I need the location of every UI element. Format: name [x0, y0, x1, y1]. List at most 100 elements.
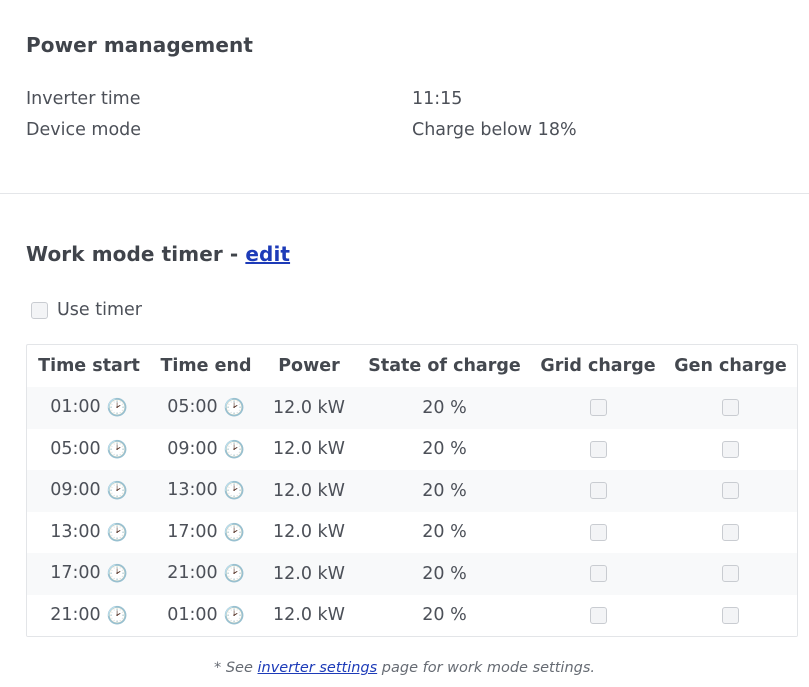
gen-charge-checkbox[interactable] [722, 399, 739, 417]
gen-charge-checkbox[interactable] [722, 606, 739, 624]
time-start-cell[interactable]: 09:00 🕑 [27, 470, 151, 512]
gen-charge-cell [664, 594, 797, 636]
table-row: 17:00 🕑 21:00 🕑 12.0 kW 20 % [27, 553, 797, 595]
state-of-charge-cell: 20 % [357, 594, 532, 636]
column-header-state-of-charge: State of charge [368, 356, 521, 376]
footnote-suffix: page for work mode settings. [377, 660, 596, 676]
time-start-cell[interactable]: 05:00 🕑 [27, 428, 151, 470]
time-end-cell[interactable]: 01:00 🕑 [151, 594, 261, 636]
clock-icon[interactable]: 🕑 [224, 398, 245, 418]
time-start-value: 17:00 [50, 563, 101, 584]
state-of-charge-cell: 20 % [357, 428, 532, 470]
table-row: 13:00 🕑 17:00 🕑 12.0 kW 20 % [27, 511, 797, 553]
power-cell: 12.0 kW [261, 594, 357, 636]
clock-icon[interactable]: 🕑 [107, 440, 128, 460]
state-of-charge-cell: 20 % [357, 511, 532, 553]
inverter-settings-link[interactable]: inverter settings [257, 660, 377, 676]
gen-charge-cell [664, 511, 797, 553]
table-header-row: Time start Time end Power State of charg… [27, 345, 797, 387]
clock-icon[interactable]: 🕑 [107, 606, 128, 626]
gen-charge-cell [664, 428, 797, 470]
footnote-prefix: * See [213, 660, 258, 676]
column-header-power: Power [278, 356, 340, 376]
clock-icon[interactable]: 🕑 [107, 523, 128, 543]
use-timer-toggle[interactable]: Use timer [31, 300, 142, 320]
gen-charge-checkbox[interactable] [722, 440, 739, 458]
edit-link[interactable]: edit [245, 242, 290, 266]
grid-charge-cell [532, 428, 664, 470]
time-end-cell[interactable]: 21:00 🕑 [151, 553, 261, 595]
gen-charge-checkbox[interactable] [722, 482, 739, 500]
time-start-cell[interactable]: 13:00 🕑 [27, 511, 151, 553]
time-start-cell[interactable]: 01:00 🕑 [27, 387, 151, 429]
clock-icon[interactable]: 🕑 [107, 481, 128, 501]
time-end-value: 01:00 [167, 604, 218, 625]
use-timer-checkbox[interactable] [31, 301, 48, 319]
state-of-charge-cell: 20 % [357, 470, 532, 512]
time-start-value: 13:00 [50, 521, 101, 542]
gen-charge-cell [664, 470, 797, 512]
power-cell: 12.0 kW [261, 470, 357, 512]
column-header-grid-charge: Grid charge [540, 356, 656, 376]
clock-icon[interactable]: 🕑 [224, 606, 245, 626]
table-row: 21:00 🕑 01:00 🕑 12.0 kW 20 % [27, 594, 797, 636]
grid-charge-checkbox[interactable] [589, 523, 607, 541]
clock-icon[interactable]: 🕑 [107, 564, 128, 584]
inverter-time-value: 11:15 [412, 89, 463, 109]
power-cell: 12.0 kW [261, 387, 357, 429]
time-end-value: 21:00 [167, 563, 218, 584]
grid-charge-cell [532, 553, 664, 595]
time-start-value: 01:00 [50, 397, 101, 418]
gen-charge-checkbox[interactable] [722, 565, 739, 583]
time-end-value: 09:00 [167, 438, 218, 459]
power-cell: 12.0 kW [261, 428, 357, 470]
section-divider [0, 193, 809, 194]
clock-icon[interactable]: 🕑 [224, 564, 245, 584]
table-row: 01:00 🕑 05:00 🕑 12.0 kW 20 % [27, 387, 797, 429]
work-mode-timer-title-text: Work mode timer - [26, 242, 246, 266]
work-mode-timer-title: Work mode timer - edit [26, 242, 290, 266]
footnote: * See inverter settings page for work mo… [0, 660, 809, 676]
table-row: 09:00 🕑 13:00 🕑 12.0 kW 20 % [27, 470, 797, 512]
clock-icon[interactable]: 🕑 [224, 440, 245, 460]
inverter-time-label: Inverter time [26, 89, 141, 109]
gen-charge-cell [664, 387, 797, 429]
work-mode-timer-table: Time start Time end Power State of charg… [26, 344, 798, 637]
clock-icon[interactable]: 🕑 [107, 398, 128, 418]
time-start-value: 09:00 [50, 480, 101, 501]
grid-charge-cell [532, 594, 664, 636]
time-end-cell[interactable]: 09:00 🕑 [151, 428, 261, 470]
gen-charge-cell [664, 553, 797, 595]
time-end-value: 13:00 [167, 480, 218, 501]
time-end-cell[interactable]: 13:00 🕑 [151, 470, 261, 512]
time-start-cell[interactable]: 17:00 🕑 [27, 553, 151, 595]
grid-charge-cell [532, 387, 664, 429]
power-cell: 12.0 kW [261, 553, 357, 595]
column-header-gen-charge: Gen charge [674, 356, 787, 376]
state-of-charge-cell: 20 % [357, 553, 532, 595]
grid-charge-checkbox[interactable] [589, 399, 607, 417]
grid-charge-cell [532, 511, 664, 553]
power-cell: 12.0 kW [261, 511, 357, 553]
grid-charge-checkbox[interactable] [589, 482, 607, 500]
state-of-charge-cell: 20 % [357, 387, 532, 429]
grid-charge-checkbox[interactable] [589, 440, 607, 458]
column-header-time-end: Time end [160, 356, 252, 376]
clock-icon[interactable]: 🕑 [224, 481, 245, 501]
table-row: 05:00 🕑 09:00 🕑 12.0 kW 20 % [27, 428, 797, 470]
grid-charge-checkbox[interactable] [589, 606, 607, 624]
time-end-value: 17:00 [167, 521, 218, 542]
clock-icon[interactable]: 🕑 [224, 523, 245, 543]
device-mode-label: Device mode [26, 120, 142, 140]
grid-charge-checkbox[interactable] [589, 565, 607, 583]
device-mode-value: Charge below 18% [412, 120, 577, 140]
column-header-time-start: Time start [38, 356, 140, 376]
time-end-cell[interactable]: 17:00 🕑 [151, 511, 261, 553]
time-start-cell[interactable]: 21:00 🕑 [27, 594, 151, 636]
time-start-value: 05:00 [50, 438, 101, 459]
power-management-title: Power management [26, 33, 254, 57]
time-start-value: 21:00 [50, 604, 101, 625]
gen-charge-checkbox[interactable] [722, 523, 739, 541]
use-timer-label: Use timer [57, 300, 142, 320]
time-end-cell[interactable]: 05:00 🕑 [151, 387, 261, 429]
